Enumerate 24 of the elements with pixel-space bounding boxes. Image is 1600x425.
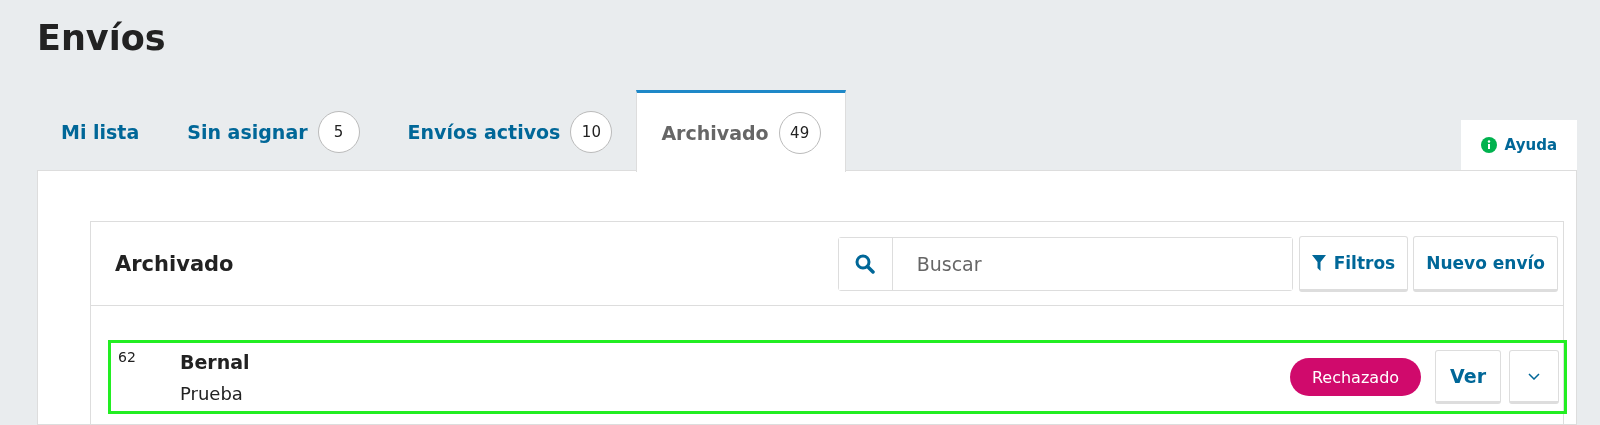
count-badge: 49 xyxy=(778,111,821,154)
page-title: Envíos xyxy=(37,18,167,58)
search-field[interactable]: Buscar xyxy=(837,236,1293,291)
new-submission-button[interactable]: Nuevo envío xyxy=(1413,235,1558,292)
filter-icon xyxy=(1311,254,1326,271)
tab[interactable]: Envíos activos 10 xyxy=(383,90,637,170)
status-badge: Rechazado xyxy=(1289,358,1422,396)
search-button[interactable] xyxy=(838,237,893,290)
chevron-down-icon xyxy=(1528,372,1540,380)
tab[interactable]: Mi lista xyxy=(37,90,164,170)
submission-author: Bernal xyxy=(180,350,251,373)
tab[interactable]: Sin asignar 5 xyxy=(163,90,384,170)
submission-id: 62 xyxy=(118,348,137,365)
info-icon xyxy=(1480,137,1497,153)
help-button[interactable]: Ayuda xyxy=(1460,120,1577,170)
search-icon xyxy=(855,253,876,274)
card-title: Archivado xyxy=(115,251,235,276)
submission-title: Prueba xyxy=(180,382,244,404)
tab[interactable]: Archivado 49 xyxy=(636,90,846,172)
count-badge: 5 xyxy=(317,110,360,153)
filter-button[interactable]: Filtros xyxy=(1298,235,1409,292)
view-button[interactable]: Ver xyxy=(1435,350,1501,404)
count-badge: 10 xyxy=(570,110,613,153)
submission-row[interactable]: 62 Bernal Prueba Rechazado Ver xyxy=(108,340,1567,414)
